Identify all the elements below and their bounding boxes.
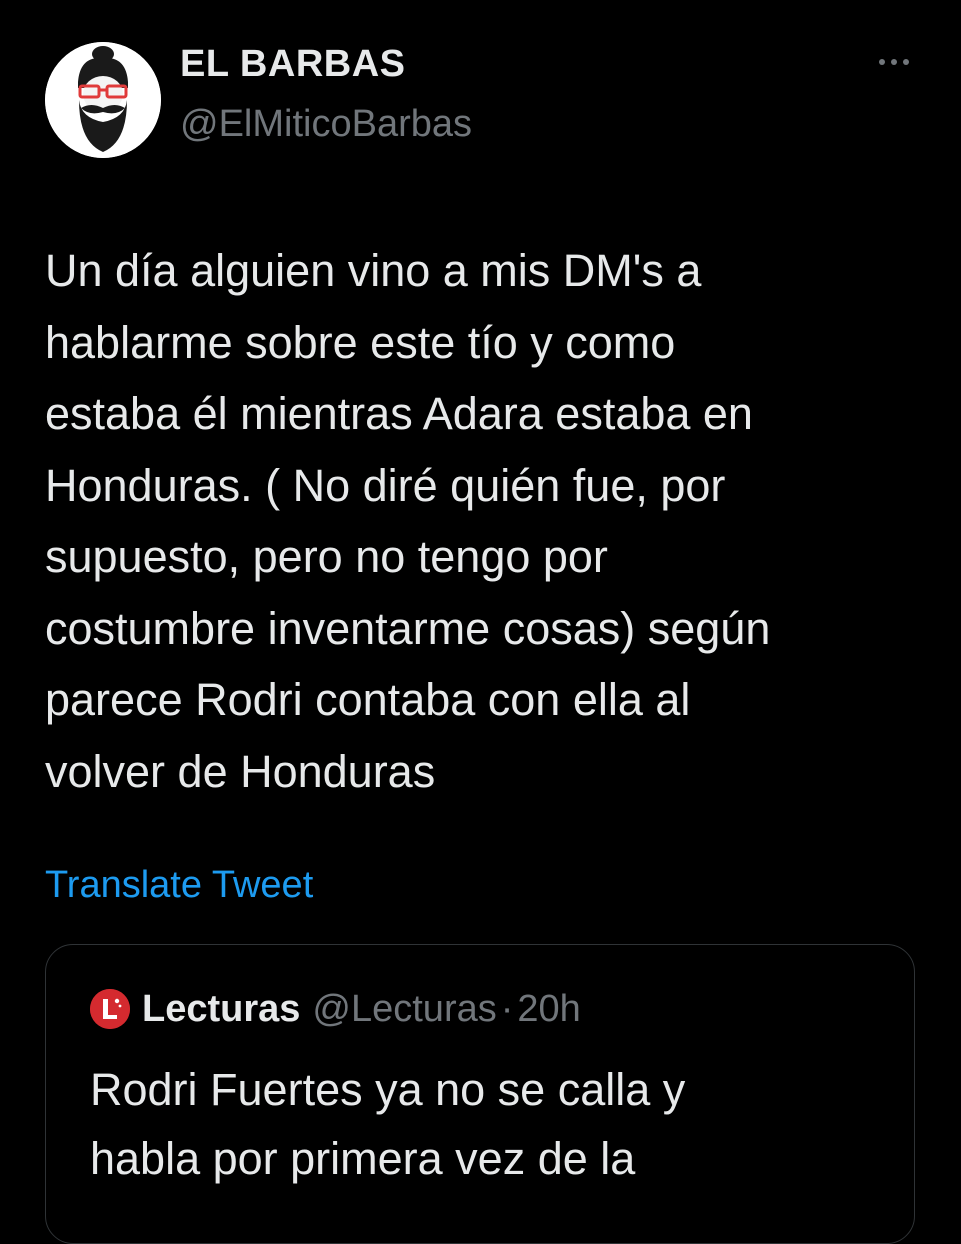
lecturas-logo-icon — [90, 989, 130, 1029]
tweet-text: Un día alguien vino a mis DM's a hablarm… — [45, 245, 771, 797]
author-display-name[interactable]: EL BARBAS — [180, 40, 406, 88]
quoted-tweet-text: Rodri Fuertes ya no se calla y habla por… — [90, 1064, 686, 1184]
translate-tweet-link[interactable]: Translate Tweet — [45, 860, 313, 910]
bearded-man-glasses-icon — [45, 42, 161, 158]
ellipsis-icon[interactable] — [872, 50, 916, 74]
quoted-tweet-header: Lecturas @Lecturas · 20h — [90, 985, 581, 1033]
tweet: EL BARBAS @ElMiticoBarbas Un día alguien… — [0, 0, 961, 1244]
author-avatar[interactable] — [45, 42, 161, 158]
quoted-author-name[interactable]: Lecturas — [142, 985, 300, 1033]
quoted-tweet-card[interactable]: Lecturas @Lecturas · 20h Rodri Fuertes y… — [45, 944, 915, 1244]
separator-dot: · — [500, 988, 514, 1030]
quoted-author-handle[interactable]: @Lecturas — [312, 985, 496, 1033]
author-handle[interactable]: @ElMiticoBarbas — [180, 100, 472, 148]
quoted-tweet-time[interactable]: 20h — [517, 985, 580, 1033]
